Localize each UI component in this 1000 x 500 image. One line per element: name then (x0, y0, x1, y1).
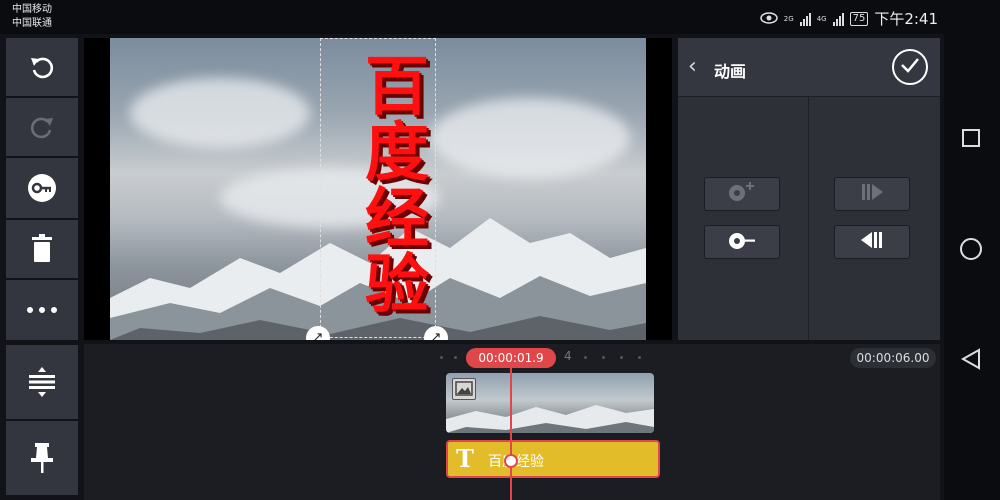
status-icons: 2G 4G 75 下午2:41 (760, 8, 938, 29)
timeline-expand-button[interactable] (6, 345, 78, 419)
play-out-animation-icon (859, 230, 885, 254)
trash-icon (29, 234, 55, 264)
video-preview[interactable]: 百度经验 ↗ ↗ (84, 38, 672, 340)
pin-icon (29, 442, 55, 474)
remove-in-animation-icon (726, 229, 758, 255)
text-layer-icon: T (456, 444, 474, 473)
redo-icon (27, 112, 57, 142)
signal-icon (832, 12, 844, 26)
playhead-knob[interactable] (504, 454, 518, 468)
image-icon (452, 378, 476, 400)
in-animation-add-button[interactable] (704, 177, 780, 211)
recents-icon[interactable] (962, 129, 980, 147)
network-type-1: 2G (783, 14, 794, 23)
signal-icon (799, 12, 811, 26)
home-icon[interactable] (960, 238, 982, 260)
text-clip[interactable]: T 百度经验 (446, 440, 660, 478)
playhead[interactable] (504, 364, 518, 500)
panel-title: 动画 (714, 62, 747, 81)
network-type-2: 4G (816, 14, 827, 23)
keyframe-button[interactable] (6, 158, 78, 218)
redo-button[interactable] (6, 98, 78, 156)
carrier-1: 中国移动 (12, 4, 52, 15)
carrier-2: 中国联通 (12, 18, 52, 29)
back-chevron-icon[interactable]: ‹ (688, 54, 697, 79)
check-icon (900, 57, 920, 77)
battery-indicator: 75 (849, 11, 869, 26)
undo-icon (27, 52, 57, 82)
back-icon[interactable] (960, 348, 982, 374)
panel-divider (808, 97, 809, 340)
clock: 下午2:41 (874, 10, 938, 28)
undo-button[interactable] (6, 38, 78, 96)
eye-icon (760, 10, 778, 28)
out-animation-button[interactable] (834, 225, 910, 259)
out-animation-play-button[interactable] (834, 177, 910, 211)
add-in-animation-icon (726, 181, 758, 207)
status-bar: 中国移动 中国联通 2G 4G 75 下午2:41 (0, 0, 1000, 34)
play-in-animation-icon (859, 182, 885, 206)
total-duration: 00:00:06.00 (850, 348, 936, 368)
confirm-button[interactable] (892, 49, 928, 85)
timeline[interactable]: 4 00:00:01.9 00:00:06.00 T 百度经验 (84, 344, 940, 500)
ruler-tick-label: 4 (564, 349, 572, 363)
keyframe-key-icon (26, 172, 58, 204)
system-nav-bar (944, 34, 1000, 500)
delete-button[interactable] (6, 220, 78, 278)
pin-button[interactable] (6, 421, 78, 495)
more-icon (26, 306, 58, 314)
timeline-expand-icon (27, 367, 57, 397)
video-clip[interactable] (446, 373, 654, 433)
overlay-text[interactable]: 百度经验 (336, 52, 428, 316)
in-animation-remove-button[interactable] (704, 225, 780, 259)
animation-panel: ‹ 动画 (678, 38, 940, 340)
panel-header: ‹ 动画 (678, 38, 940, 97)
more-button[interactable] (6, 280, 78, 340)
